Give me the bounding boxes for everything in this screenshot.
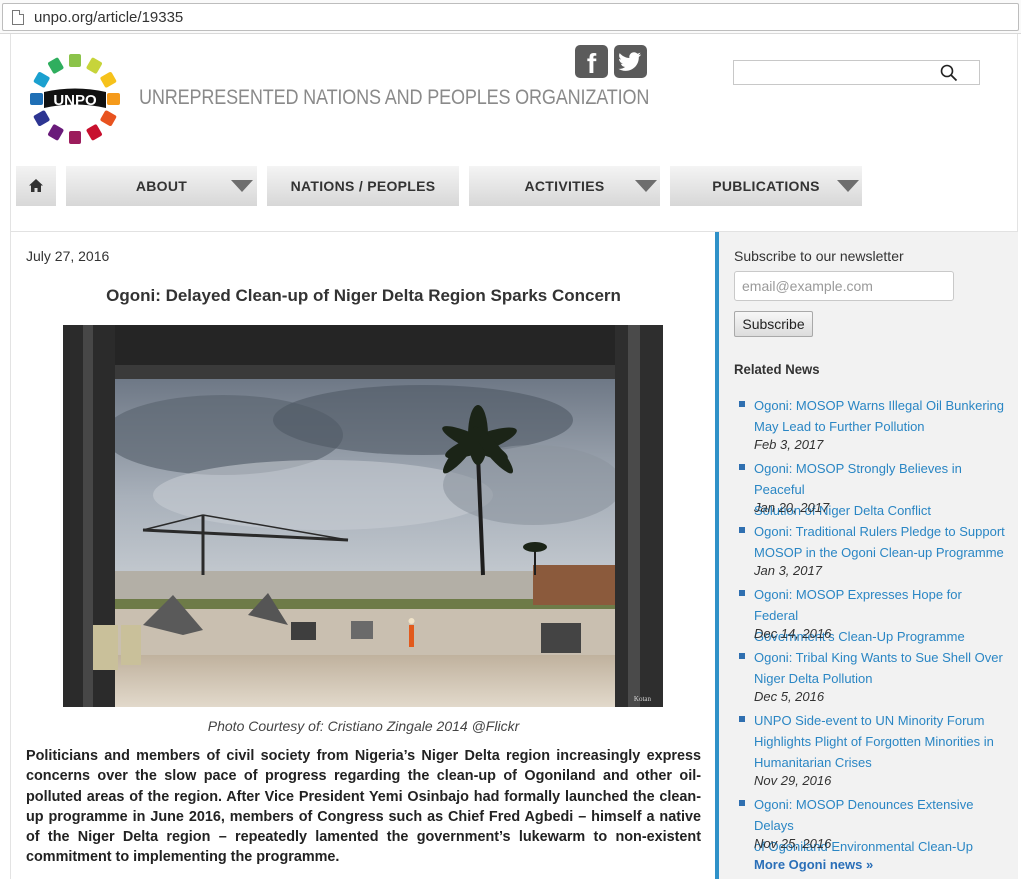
logo-segment	[69, 131, 81, 144]
list-bullet	[739, 800, 745, 806]
search-icon[interactable]	[940, 64, 958, 82]
logo-text: UNPO	[53, 92, 97, 109]
nav-label: ABOUT	[135, 178, 188, 194]
home-icon	[29, 179, 43, 192]
photo-caption: Photo Courtesy of: Cristiano Zingale 201…	[207, 718, 520, 734]
list-bullet	[739, 590, 745, 596]
news-date: Dec 5, 2016	[754, 689, 825, 704]
news-date: Feb 3, 2017	[754, 437, 824, 452]
logo-segment	[100, 72, 117, 88]
logo-segment	[100, 110, 117, 126]
related-news-link[interactable]: UNPO Side-event to UN Minority Forum High…	[754, 710, 1009, 773]
article-photo[interactable]: Kotan	[63, 325, 663, 707]
related-news-link[interactable]: Ogoni: Tribal King Wants to Sue Shell Ov…	[754, 647, 1009, 689]
article-body: Politicians and members of civil society…	[26, 748, 701, 866]
chevron-down-icon[interactable]	[635, 180, 657, 192]
logo-segment	[33, 72, 50, 88]
nav-label: PUBLICATIONS	[712, 178, 820, 194]
related-news-link[interactable]: Ogoni: MOSOP Warns Illegal Oil Bunkering…	[754, 395, 1009, 437]
news-date: Nov 29, 2016	[754, 773, 832, 788]
logo-segment	[86, 57, 102, 74]
logo-segment	[48, 124, 64, 141]
search-input[interactable]	[733, 60, 980, 85]
page-icon	[12, 10, 24, 25]
nav-about[interactable]: ABOUT	[66, 166, 257, 206]
logo-segment	[33, 110, 50, 126]
email-field[interactable]	[734, 271, 954, 301]
facebook-icon: f	[586, 48, 597, 79]
list-bullet	[739, 527, 745, 533]
news-date: Dec 14, 2016	[754, 626, 832, 641]
newsletter-label: Subscribe to our newsletter	[734, 248, 904, 264]
nav-publications[interactable]: PUBLICATIONS	[670, 166, 862, 206]
logo-segment	[69, 54, 81, 67]
facebook-button[interactable]: f	[575, 45, 608, 79]
list-bullet	[739, 401, 745, 407]
related-news-link[interactable]: Ogoni: Traditional Rulers Pledge to Supp…	[754, 521, 1009, 563]
list-bullet	[739, 716, 745, 722]
twitter-icon	[618, 52, 642, 71]
org-name[interactable]: UNREPRESENTED NATIONS AND PEOPLES ORGANI…	[139, 86, 649, 110]
browser-url-bar: unpo.org/article/19335	[0, 0, 1021, 34]
unpo-logo[interactable]: UNPO	[28, 52, 122, 146]
logo-segment	[48, 57, 64, 74]
article-title: Ogoni: Delayed Clean-up of Niger Delta R…	[106, 286, 621, 305]
chevron-down-icon[interactable]	[231, 180, 253, 192]
nav-home-button[interactable]	[16, 166, 56, 206]
more-ogoni-news-link[interactable]: More Ogoni news »	[754, 857, 873, 872]
nav-nations-peoples[interactable]: NATIONS / PEOPLES	[267, 166, 459, 206]
logo-segment	[107, 93, 120, 105]
related-news-title: Related News	[734, 361, 820, 377]
logo-segment	[86, 124, 102, 141]
url-text[interactable]: unpo.org/article/19335	[34, 9, 183, 26]
address-bar[interactable]: unpo.org/article/19335	[2, 3, 1019, 31]
twitter-button[interactable]	[614, 45, 647, 78]
photo-watermark: Kotan	[634, 695, 652, 703]
list-bullet	[739, 464, 745, 470]
list-bullet	[739, 653, 745, 659]
subscribe-button[interactable]: Subscribe	[734, 311, 813, 337]
news-date: Nov 25, 2016	[754, 836, 832, 851]
news-date: Jan 20, 2017	[754, 500, 830, 515]
article-date: July 27, 2016	[26, 248, 110, 264]
nav-activities[interactable]: ACTIVITIES	[469, 166, 660, 206]
nav-label: ACTIVITIES	[524, 178, 605, 194]
nav-label: NATIONS / PEOPLES	[290, 178, 436, 194]
chevron-down-icon[interactable]	[837, 180, 859, 192]
logo-segment	[30, 93, 43, 105]
news-date: Jan 3, 2017	[754, 563, 822, 578]
